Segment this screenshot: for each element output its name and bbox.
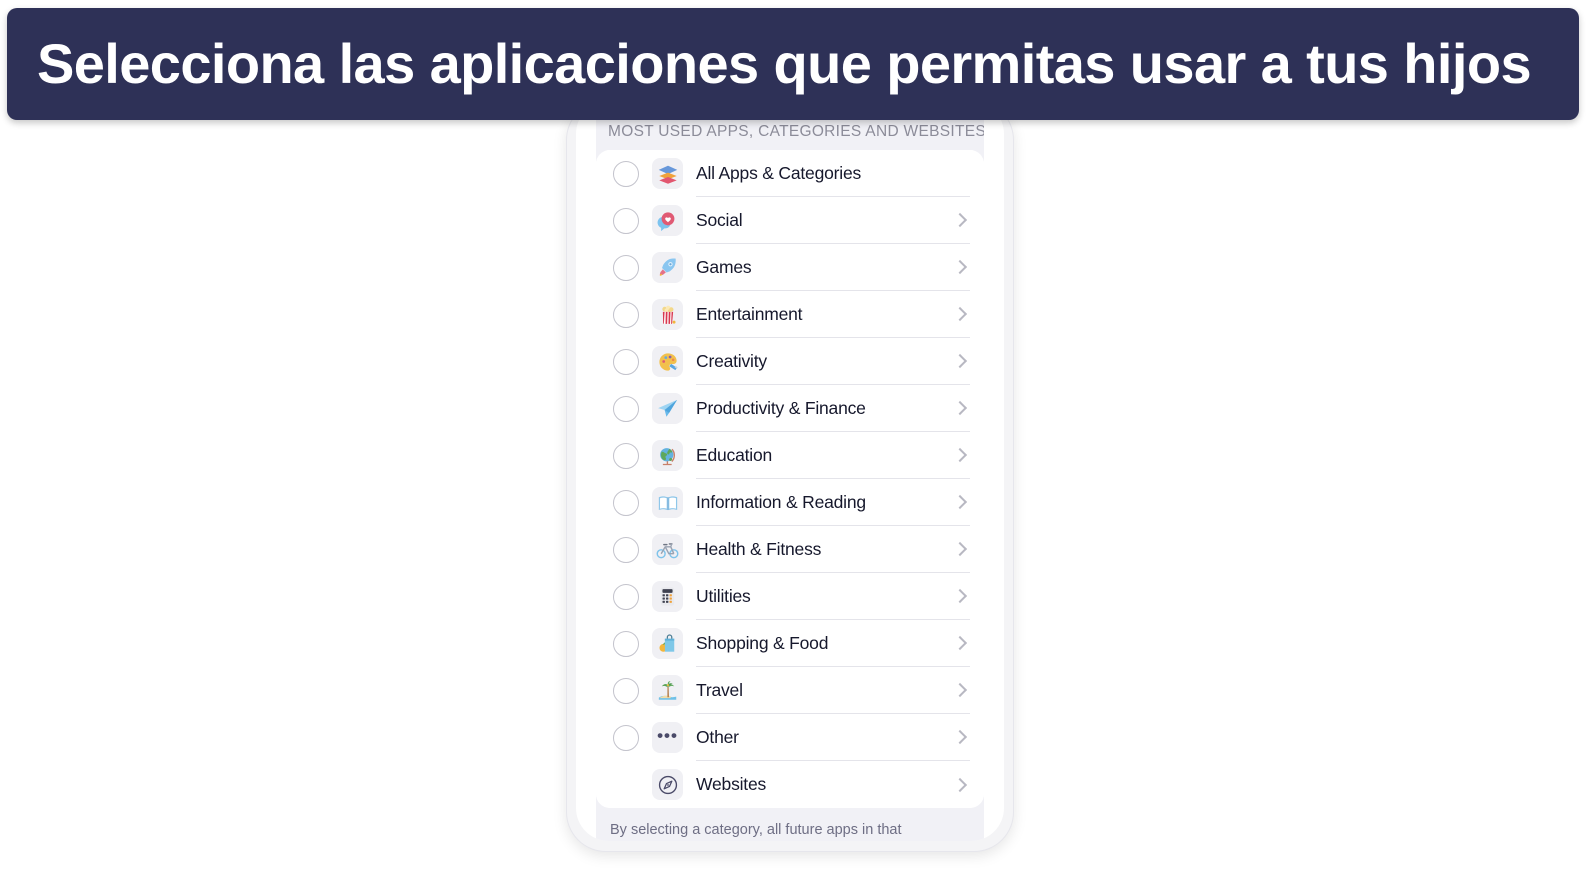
category-row[interactable]: ••• Other bbox=[596, 714, 984, 761]
category-row[interactable]: Shopping & Food bbox=[596, 620, 984, 667]
popcorn-icon bbox=[652, 299, 683, 330]
category-row[interactable]: Travel bbox=[596, 667, 984, 714]
rocket-icon bbox=[652, 252, 683, 283]
open-book-icon bbox=[652, 487, 683, 518]
compass-icon bbox=[652, 769, 683, 800]
category-row[interactable]: Creativity bbox=[596, 338, 984, 385]
category-label: Shopping & Food bbox=[696, 632, 829, 653]
footer-note: By selecting a category, all future apps… bbox=[610, 822, 902, 838]
chevron-right-icon[interactable] bbox=[955, 400, 964, 416]
category-list: All Apps & Categories Social Games Enter… bbox=[596, 150, 984, 808]
stack-icon bbox=[652, 158, 683, 189]
category-row-content: Travel bbox=[696, 667, 970, 714]
category-radio-button[interactable] bbox=[613, 724, 639, 751]
chevron-right-icon[interactable] bbox=[955, 494, 964, 510]
category-row[interactable]: All Apps & Categories bbox=[596, 150, 984, 197]
chevron-right-icon[interactable] bbox=[955, 212, 964, 228]
category-radio-button[interactable] bbox=[613, 395, 639, 422]
paper-plane-icon bbox=[652, 393, 683, 424]
category-row-content: Utilities bbox=[696, 573, 970, 620]
category-row-content: All Apps & Categories bbox=[696, 150, 970, 197]
category-radio-button[interactable] bbox=[613, 348, 639, 375]
bicycle-icon bbox=[652, 534, 683, 565]
category-row[interactable]: Productivity & Finance bbox=[596, 385, 984, 432]
category-row-content: Information & Reading bbox=[696, 479, 970, 526]
category-label: Information & Reading bbox=[696, 491, 866, 512]
screenshot-root: Selecciona las aplicaciones que permitas… bbox=[0, 0, 1586, 879]
phone-device-frame: MOST USED APPS, CATEGORIES AND WEBSITES … bbox=[566, 100, 1014, 852]
headline-text: Selecciona las aplicaciones que permitas… bbox=[37, 31, 1532, 95]
chevron-right-icon[interactable] bbox=[955, 635, 964, 651]
category-label: Social bbox=[696, 209, 743, 230]
chevron-right-icon[interactable] bbox=[955, 729, 964, 745]
globe-icon bbox=[652, 440, 683, 471]
category-row[interactable]: Health & Fitness bbox=[596, 526, 984, 573]
category-radio-button[interactable] bbox=[613, 301, 639, 328]
category-row-content: Social bbox=[696, 197, 970, 244]
chevron-right-icon[interactable] bbox=[955, 259, 964, 275]
category-row-content: Other bbox=[696, 714, 970, 761]
category-row-content: Education bbox=[696, 432, 970, 479]
category-row[interactable]: Social bbox=[596, 197, 984, 244]
palette-icon bbox=[652, 346, 683, 377]
headline-banner: Selecciona las aplicaciones que permitas… bbox=[7, 8, 1579, 120]
category-label: Websites bbox=[696, 774, 767, 794]
chevron-right-icon[interactable] bbox=[955, 541, 964, 557]
category-label: Travel bbox=[696, 679, 743, 700]
category-row[interactable]: Education bbox=[596, 432, 984, 479]
chevron-right-icon[interactable] bbox=[955, 682, 964, 698]
category-label: Health & Fitness bbox=[696, 538, 822, 559]
category-label: All Apps & Categories bbox=[696, 162, 862, 183]
chevron-right-icon[interactable] bbox=[955, 306, 964, 322]
category-row[interactable]: Games bbox=[596, 244, 984, 291]
category-row[interactable]: Entertainment bbox=[596, 291, 984, 338]
category-row-content: Productivity & Finance bbox=[696, 385, 970, 432]
category-row-content: Health & Fitness bbox=[696, 526, 970, 573]
category-row-content: Games bbox=[696, 244, 970, 291]
category-radio-button[interactable] bbox=[613, 583, 639, 610]
palm-beach-icon bbox=[652, 675, 683, 706]
chevron-right-icon[interactable] bbox=[955, 588, 964, 604]
chevron-right-icon[interactable] bbox=[955, 777, 964, 793]
category-radio-button[interactable] bbox=[613, 489, 639, 516]
chat-heart-icon bbox=[652, 205, 683, 236]
category-row-content: Entertainment bbox=[696, 291, 970, 338]
shopping-bag-icon bbox=[652, 628, 683, 659]
category-row-content: Creativity bbox=[696, 338, 970, 385]
app-screen: MOST USED APPS, CATEGORIES AND WEBSITES … bbox=[596, 101, 984, 841]
category-label: Entertainment bbox=[696, 303, 803, 324]
category-row[interactable]: Websites bbox=[596, 761, 984, 808]
category-label: Other bbox=[696, 726, 739, 747]
category-label: Creativity bbox=[696, 350, 767, 371]
category-radio-button[interactable] bbox=[613, 442, 639, 469]
category-radio-button[interactable] bbox=[613, 160, 639, 187]
phone-screen-bezel: MOST USED APPS, CATEGORIES AND WEBSITES … bbox=[576, 101, 1004, 841]
chevron-right-icon[interactable] bbox=[955, 447, 964, 463]
category-label: Education bbox=[696, 444, 773, 465]
category-radio-button[interactable] bbox=[613, 536, 639, 563]
category-radio-button[interactable] bbox=[613, 254, 639, 281]
category-row[interactable]: Utilities bbox=[596, 573, 984, 620]
category-label: Productivity & Finance bbox=[696, 397, 866, 418]
chevron-right-icon[interactable] bbox=[955, 353, 964, 369]
category-radio-button[interactable] bbox=[613, 677, 639, 704]
category-label: Games bbox=[696, 256, 752, 277]
category-row-content: Websites bbox=[696, 761, 970, 808]
category-radio-button[interactable] bbox=[613, 207, 639, 234]
category-row-content: Shopping & Food bbox=[696, 620, 970, 667]
category-row[interactable]: Information & Reading bbox=[596, 479, 984, 526]
category-radio-button[interactable] bbox=[613, 630, 639, 657]
category-label: Utilities bbox=[696, 585, 751, 606]
ellipsis-icon: ••• bbox=[652, 722, 683, 753]
calculator-icon bbox=[652, 581, 683, 612]
